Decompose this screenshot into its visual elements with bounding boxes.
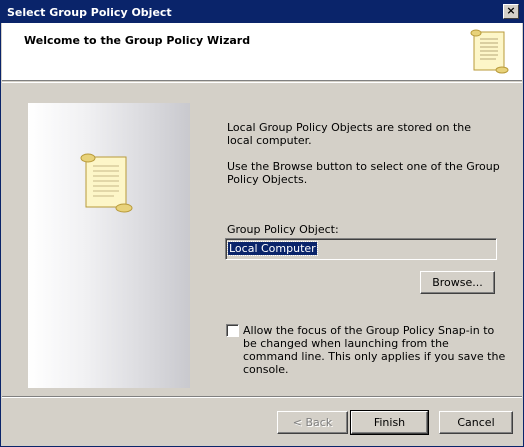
intro-text-local: Local Group Policy Objects are stored on… bbox=[227, 121, 472, 147]
browse-button-label: Browse... bbox=[432, 276, 483, 289]
header-divider bbox=[2, 82, 522, 83]
header-title: Welcome to the Group Policy Wizard bbox=[24, 34, 251, 47]
wizard-header: Welcome to the Group Policy Wizard bbox=[2, 23, 522, 81]
wizard-window: Select Group Policy Object × Welcome to … bbox=[0, 0, 524, 447]
scroll-icon bbox=[80, 153, 133, 213]
scroll-icon bbox=[470, 29, 509, 74]
finish-button-label: Finish bbox=[373, 416, 406, 429]
finish-button[interactable]: Finish bbox=[350, 410, 429, 435]
gpo-value: Local Computer bbox=[227, 241, 318, 256]
close-icon: × bbox=[506, 4, 516, 17]
cancel-button[interactable]: Cancel bbox=[439, 411, 513, 434]
wizard-side-panel bbox=[28, 103, 190, 388]
cancel-button-label: Cancel bbox=[457, 416, 495, 429]
gpo-label: Group Policy Object: bbox=[227, 223, 339, 236]
allow-focus-checkbox[interactable] bbox=[226, 324, 239, 337]
allow-focus-label[interactable]: Allow the focus of the Group Policy Snap… bbox=[243, 324, 507, 376]
intro-text-browse: Use the Browse button to select one of t… bbox=[227, 160, 500, 186]
back-button[interactable]: < Back bbox=[277, 411, 348, 434]
window-title: Select Group Policy Object bbox=[7, 5, 172, 19]
title-bar[interactable]: Select Group Policy Object × bbox=[1, 1, 523, 23]
gpo-field[interactable]: Local Computer bbox=[225, 238, 497, 260]
back-button-label: < Back bbox=[292, 416, 333, 429]
footer-divider-highlight bbox=[2, 397, 522, 398]
close-button[interactable]: × bbox=[503, 4, 519, 19]
browse-button[interactable]: Browse... bbox=[420, 271, 495, 294]
